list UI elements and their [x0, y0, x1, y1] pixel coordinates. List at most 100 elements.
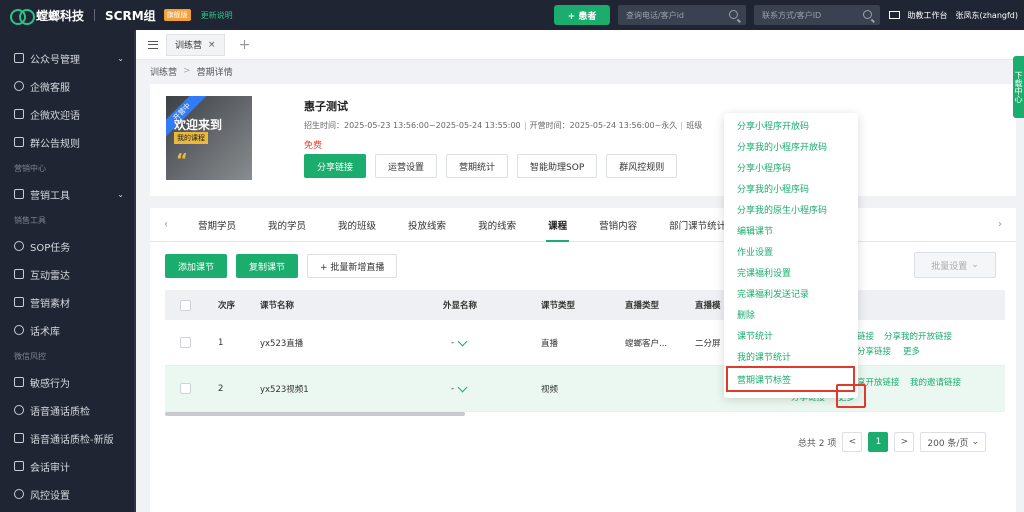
prev-page-button[interactable]: < [842, 432, 863, 452]
add-tab-icon[interactable]: + [239, 37, 251, 53]
phone-search-placeholder: 查询电话/客户id [626, 10, 684, 20]
select-all-checkbox[interactable] [180, 299, 191, 311]
share-my-open-link[interactable]: 分享我的开放链接 [884, 330, 952, 342]
update-notes-link[interactable]: 更新说明 [201, 10, 233, 21]
sidebar-item[interactable]: 企微客服 [0, 72, 136, 100]
sidebar-item[interactable]: 营销工具 ⌄ [0, 180, 136, 208]
share-link-partial[interactable]: 链接 [857, 330, 874, 342]
sidebar-item[interactable]: 互动雷达 [0, 260, 136, 288]
more-link[interactable]: 更多 [903, 345, 920, 357]
my-invite-link[interactable]: 我的邀请链接 [910, 376, 961, 388]
dropdown-menu-item[interactable]: 分享小程序码 [724, 157, 858, 178]
mail-icon[interactable] [888, 11, 900, 19]
cover-subtitle: 我的课程 [174, 132, 208, 144]
contact-search-input[interactable]: 联系方式/客户ID [754, 5, 880, 25]
task-icon [14, 241, 24, 251]
table-row[interactable]: 2 yx523视频1 - 视频 享开放链接 我的邀请链接 分享链接 更多 [165, 366, 1005, 412]
sidebar-scrollbar[interactable] [134, 30, 136, 512]
phone-search-input[interactable]: 查询电话/客户id [618, 5, 746, 25]
subtab-item[interactable]: 投放线索 [392, 208, 462, 242]
subtab-item[interactable]: 我的班级 [322, 208, 392, 242]
sidebar-item-label: 企微欢迎语 [30, 110, 80, 122]
add-lesson-button[interactable]: 添加课节 [165, 254, 228, 278]
subtab-item[interactable]: 我的学员 [252, 208, 322, 242]
sidebar-item[interactable]: 群公告规则 [0, 128, 136, 156]
search-icon[interactable] [729, 10, 738, 19]
brand-logo[interactable]: 螳螂科技 SCRM组 旗舰版 更新说明 [0, 7, 233, 25]
subtab-item[interactable]: 课程 [532, 208, 583, 242]
dropdown-menu-item[interactable]: 分享我的小程序开放码 [724, 136, 858, 157]
sidebar-item[interactable]: 话术库 [0, 316, 136, 344]
smart-assistant-sop-button[interactable]: 智能助理SOP [517, 154, 598, 178]
display-value: - [451, 383, 455, 394]
dropdown-menu-item[interactable]: 营期课节标签 [726, 366, 855, 392]
edit-icon[interactable] [457, 382, 468, 392]
row-type: 视频 [541, 384, 559, 395]
workbench-link[interactable]: 助教工作台 [908, 10, 948, 21]
sidebar-item[interactable]: 语音通话质检-新版 [0, 424, 136, 452]
sidebar-item-label: 营销素材 [30, 298, 70, 310]
batch-settings-button[interactable]: 批量设置 ⌄ [914, 252, 996, 278]
sidebar-item[interactable]: 语音通话质检 [0, 396, 136, 424]
operation-settings-button[interactable]: 运营设置 [375, 154, 438, 178]
dropdown-menu-item[interactable]: 完课福利设置 [724, 262, 858, 283]
page-1-button[interactable]: 1 [868, 432, 889, 452]
download-center-tab[interactable]: 下载中心 [1013, 56, 1024, 118]
menu-toggle-icon[interactable] [148, 40, 158, 49]
dropdown-menu-item[interactable]: 我的课节统计 [724, 346, 858, 367]
sidebar-item-label: 公众号管理 [30, 54, 80, 66]
sidebar-item[interactable]: 风控设置 [0, 480, 136, 508]
row-checkbox[interactable] [180, 383, 191, 394]
dropdown-menu-item[interactable]: 编辑课节 [724, 220, 858, 241]
sidebar-item[interactable]: 敏感行为 [0, 368, 136, 396]
share-link-button[interactable]: 分享链接 [304, 154, 367, 178]
sidebar-item[interactable]: SOP任务 [0, 232, 136, 260]
add-patient-button[interactable]: + 患者 [554, 5, 610, 25]
dropdown-menu-item[interactable]: 完课福利发送记录 [724, 283, 858, 304]
breadcrumb-root[interactable]: 训练营 [150, 65, 177, 78]
top-bar: 螳螂科技 SCRM组 旗舰版 更新说明 + 患者 查询电话/客户id 联系方式/… [0, 0, 1024, 30]
dropdown-menu-item[interactable]: 作业设置 [724, 241, 858, 262]
sidebar-item-label: 企微客服 [30, 82, 70, 94]
edit-icon[interactable] [457, 336, 468, 346]
copy-lesson-button[interactable]: 复制课节 [236, 254, 299, 278]
page-size-select[interactable]: 200 条/页 ⌄ [920, 432, 986, 452]
subtab-item[interactable]: 我的线索 [462, 208, 532, 242]
dropdown-menu-item[interactable]: 课节统计 [724, 325, 858, 346]
next-page-button[interactable]: > [894, 432, 915, 452]
lesson-table: 次序 课节名称 外显名称 课节类型 直播类型 直播模 1 yx523直播 - 直… [165, 290, 1005, 412]
tab-training-camp[interactable]: 训练营 × [166, 33, 225, 56]
tabs-next-icon[interactable]: › [984, 219, 1016, 230]
script-icon [14, 325, 24, 335]
camp-cover-image: 开营中 欢迎来到 我的课程 “ [166, 96, 252, 180]
table-horizontal-scrollbar[interactable] [165, 412, 465, 416]
user-name[interactable]: 张凤东(zhangfd) [956, 10, 1018, 21]
camp-stats-button[interactable]: 营期统计 [446, 154, 509, 178]
dropdown-menu-item[interactable]: 删除 [724, 304, 858, 325]
material-icon [14, 297, 24, 307]
batch-add-live-button[interactable]: + 批量新增直播 [307, 254, 398, 278]
sidebar-item[interactable]: 公众号管理 ⌄ [0, 44, 136, 72]
subtab-item[interactable]: 营销内容 [583, 208, 653, 242]
camp-price: 免费 [304, 141, 323, 151]
share-link[interactable]: 分享链接 [857, 345, 891, 357]
dropdown-menu-item[interactable]: 分享我的原生小程序码 [724, 199, 858, 220]
enroll-time: 招生时间：2025-05-23 13:56:00~2025-05-24 13:5… [304, 121, 521, 130]
sidebar-item[interactable]: 会话审计 [0, 452, 136, 480]
row-checkbox[interactable] [180, 337, 191, 348]
tabs-prev-icon[interactable]: ‹ [150, 219, 182, 230]
group-risk-rules-button[interactable]: 群风控规则 [606, 154, 678, 178]
top-right-area: 助教工作台 张凤东(zhangfd) [888, 0, 1018, 30]
table-row[interactable]: 1 yx523直播 - 直播 螳螂客户... 二分屏 链接 分享我的开放链接 分… [165, 320, 1005, 366]
close-icon[interactable]: × [208, 40, 216, 50]
table-header: 次序 课节名称 外显名称 课节类型 直播类型 直播模 [165, 290, 1005, 320]
subtab-item[interactable]: 营期学员 [182, 208, 252, 242]
row-live-type: 螳螂客户... [625, 338, 668, 349]
chevron-down-icon: ⌄ [971, 437, 979, 447]
dropdown-menu-item[interactable]: 分享小程序开放码 [724, 115, 858, 136]
dropdown-menu-item[interactable]: 分享我的小程序码 [724, 178, 858, 199]
sidebar-item[interactable]: 营销素材 [0, 288, 136, 316]
sidebar-item[interactable]: 企微欢迎语 [0, 100, 136, 128]
class-info: 班级 [686, 121, 703, 130]
search-icon[interactable] [863, 10, 872, 19]
